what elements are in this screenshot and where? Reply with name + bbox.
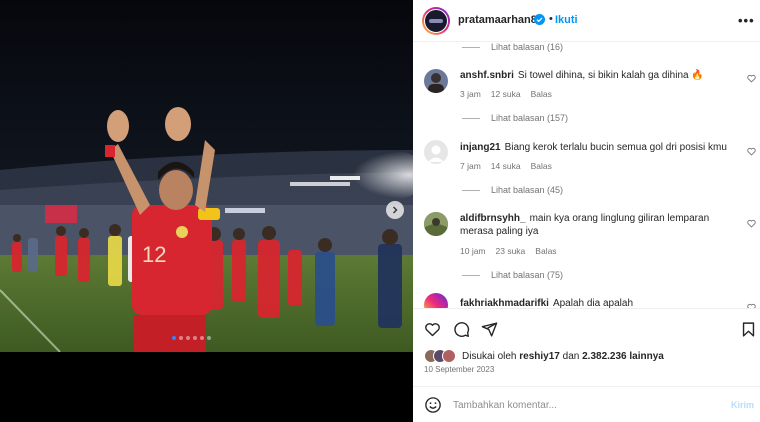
view-replies-label: Lihat balasan (75) xyxy=(491,270,564,280)
comment-body: fakhriakhmadarifki Apalah dia apalah xyxy=(460,297,735,308)
likes-count[interactable]: 2.382.236 lainnya xyxy=(582,351,664,362)
comment-avatar[interactable] xyxy=(424,140,448,164)
post-comment-button[interactable]: Kirim xyxy=(731,400,754,410)
comment-meta: 3 jam 12 suka Balas xyxy=(460,89,552,99)
carousel-dot xyxy=(193,336,197,340)
comment-avatar[interactable] xyxy=(424,69,448,93)
comment-time: 10 jam xyxy=(460,246,486,256)
heart-icon[interactable] xyxy=(747,219,756,228)
verified-icon xyxy=(534,14,545,25)
carousel-dots xyxy=(172,336,211,340)
comment-body: anshf.snbri Si towel dihina, si bikin kal… xyxy=(460,69,735,82)
next-arrow-icon[interactable] xyxy=(386,201,404,219)
view-replies-link[interactable]: Lihat balasan (75) xyxy=(462,270,563,280)
view-replies-label: Lihat balasan (157) xyxy=(491,113,569,123)
post-actions: Disukai oleh reshiy17 dan 2.382.236 lain… xyxy=(413,308,760,386)
liker-username[interactable]: reshiy17 xyxy=(519,351,560,362)
view-replies-link[interactable]: Lihat balasan (45) xyxy=(462,185,563,195)
comment-avatar[interactable] xyxy=(424,212,448,236)
comments-list: Lihat balasan (16) anshf.snbri Si towel d… xyxy=(413,42,760,308)
carousel-dot xyxy=(179,336,183,340)
author-avatar[interactable] xyxy=(422,7,450,35)
reply-button[interactable]: Balas xyxy=(531,161,552,171)
bookmark-icon[interactable] xyxy=(740,321,757,338)
carousel-dot xyxy=(207,336,211,340)
view-replies-label: Lihat balasan (45) xyxy=(491,185,564,195)
comment-username[interactable]: fakhriakhmadarifki xyxy=(460,298,549,308)
comment-input[interactable] xyxy=(453,396,713,414)
likes-middle: dan xyxy=(562,350,580,362)
view-replies-label: Lihat balasan (16) xyxy=(491,42,564,52)
heart-icon[interactable] xyxy=(747,147,756,156)
comment-body: injang21 Biang kerok terlalu bucin semua … xyxy=(460,141,735,154)
carousel-dot xyxy=(186,336,190,340)
more-options-icon[interactable]: ••• xyxy=(738,13,755,28)
header-separator: • xyxy=(549,13,553,25)
post-photo: 12 xyxy=(0,0,413,352)
author-username[interactable]: pratamaarhan8 xyxy=(458,14,537,26)
comment-text: Biang kerok terlalu bucin semua gol dri … xyxy=(504,142,727,153)
comment-likes[interactable]: 12 suka xyxy=(491,89,521,99)
heart-icon[interactable] xyxy=(424,321,441,338)
emoji-icon[interactable] xyxy=(424,396,442,414)
svg-text:12: 12 xyxy=(142,242,166,267)
comment-username[interactable]: injang21 xyxy=(460,142,501,153)
share-icon[interactable] xyxy=(481,321,498,338)
comment-likes[interactable]: 23 suka xyxy=(496,246,526,256)
post-date: 10 September 2023 xyxy=(424,365,495,374)
comment-username[interactable]: aldifbrnsyhh_ xyxy=(460,213,526,224)
comment-icon[interactable] xyxy=(453,321,470,338)
add-comment-bar: Kirim xyxy=(413,386,760,422)
post-side-panel: pratamaarhan8 • Ikuti ••• Lihat balasan … xyxy=(413,0,760,422)
likes-summary: Disukai oleh reshiy17 dan 2.382.236 lain… xyxy=(424,349,664,363)
comment-username[interactable]: anshf.snbri xyxy=(460,70,514,81)
post-header: pratamaarhan8 • Ikuti ••• xyxy=(413,0,760,42)
stadium-photo: 12 xyxy=(0,0,413,352)
post-media: 12 xyxy=(0,0,413,422)
carousel-dot xyxy=(200,336,204,340)
comment-meta: 10 jam 23 suka Balas xyxy=(460,246,557,256)
fire-emoji: 🔥 xyxy=(691,70,704,81)
comment-text: Si towel dihina, si bikin kalah ga dihin… xyxy=(517,70,689,81)
comment-meta: 7 jam 14 suka Balas xyxy=(460,161,552,171)
comment-text: Apalah dia apalah xyxy=(552,298,634,308)
comment-body: aldifbrnsyhh_ main kya orang linglung gil… xyxy=(460,212,735,238)
carousel-dot-active xyxy=(172,336,176,340)
comment-time: 7 jam xyxy=(460,161,481,171)
view-replies-link[interactable]: Lihat balasan (157) xyxy=(462,113,568,123)
comment-avatar[interactable] xyxy=(424,293,448,308)
heart-icon[interactable] xyxy=(747,74,756,83)
comment-likes[interactable]: 14 suka xyxy=(491,161,521,171)
comment-time: 3 jam xyxy=(460,89,481,99)
reply-button[interactable]: Balas xyxy=(531,89,552,99)
reply-button[interactable]: Balas xyxy=(535,246,556,256)
likes-prefix: Disukai oleh xyxy=(462,350,517,362)
liker-avatars xyxy=(424,349,458,363)
view-replies-link[interactable]: Lihat balasan (16) xyxy=(462,42,563,52)
follow-button[interactable]: Ikuti xyxy=(555,14,578,26)
